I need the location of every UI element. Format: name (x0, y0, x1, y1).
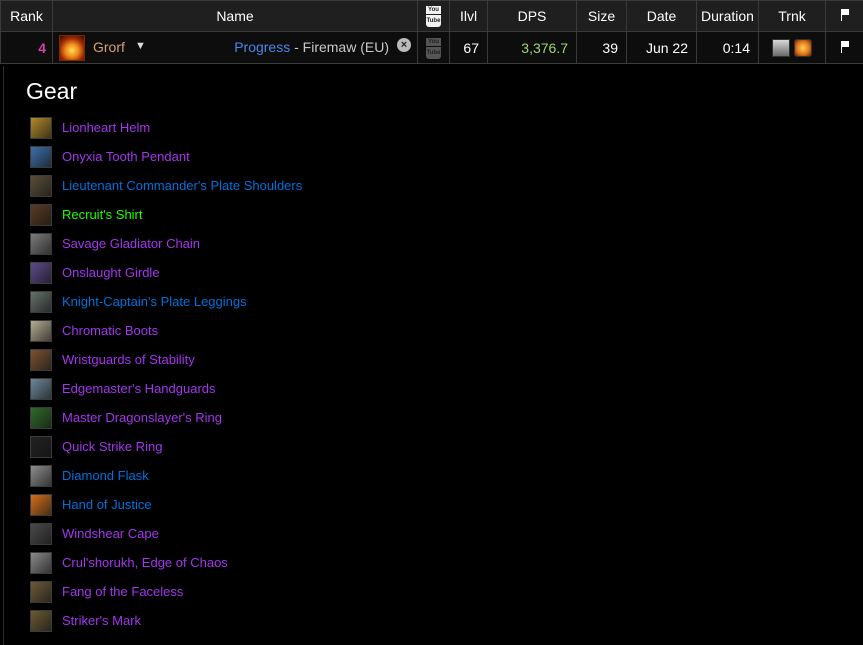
gear-item[interactable]: Striker's Mark (30, 606, 302, 635)
ilvl-value: 67 (449, 31, 488, 64)
player-name[interactable]: Grorf (93, 39, 125, 55)
gear-item-name[interactable]: Edgemaster's Handguards (62, 381, 216, 396)
close-circle-icon[interactable]: × (397, 38, 411, 52)
gear-item-name[interactable]: Hand of Justice (62, 497, 152, 512)
gear-item-name[interactable]: Striker's Mark (62, 613, 141, 628)
chest-icon[interactable] (30, 232, 52, 255)
progress-link[interactable]: Progress (234, 39, 290, 55)
header-ilvl[interactable]: Ilvl (449, 0, 488, 32)
gear-item-name[interactable]: Fang of the Faceless (62, 584, 183, 599)
diamond-flask-icon[interactable] (772, 38, 790, 57)
wrist-icon[interactable] (30, 348, 52, 371)
gear-item[interactable]: Knight-Captain's Plate Leggings (30, 287, 302, 316)
gear-item[interactable]: Savage Gladiator Chain (30, 229, 302, 258)
bow-icon[interactable] (30, 609, 52, 632)
cape-icon[interactable] (30, 522, 52, 545)
gear-item-name[interactable]: Lionheart Helm (62, 120, 150, 135)
gear-list: Lionheart Helm Onyxia Tooth Pendant Lieute… (30, 113, 302, 635)
axe-icon[interactable] (30, 551, 52, 574)
legs-icon[interactable] (30, 290, 52, 313)
boots-icon[interactable] (30, 319, 52, 342)
gear-item-name[interactable]: Master Dragonslayer's Ring (62, 410, 222, 425)
trinkets-cell (758, 31, 826, 64)
gear-item-name[interactable]: Diamond Flask (62, 468, 149, 483)
gear-item[interactable]: Edgemaster's Handguards (30, 374, 302, 403)
report-cell[interactable] (825, 31, 863, 64)
helm-icon[interactable] (30, 116, 52, 139)
flag-icon (840, 9, 850, 21)
date-value: Jun 22 (626, 31, 697, 64)
pendant-icon[interactable] (30, 145, 52, 168)
gear-item-name[interactable]: Recruit's Shirt (62, 207, 143, 222)
gear-item[interactable]: Onyxia Tooth Pendant (30, 142, 302, 171)
header-video[interactable]: You Tube (417, 0, 450, 32)
ranking-table: Rank Name You Tube Ilvl DPS Size Date Dur… (0, 0, 863, 64)
gear-item-name[interactable]: Onyxia Tooth Pendant (62, 149, 190, 164)
gear-item[interactable]: Crul'shorukh, Edge of Chaos (30, 548, 302, 577)
dps-value: 3,376.7 (487, 31, 577, 64)
gear-item-name[interactable]: Knight-Captain's Plate Leggings (62, 294, 247, 309)
gear-item-name[interactable]: Crul'shorukh, Edge of Chaos (62, 555, 228, 570)
gear-item-name[interactable]: Savage Gladiator Chain (62, 236, 200, 251)
belt-icon[interactable] (30, 261, 52, 284)
chevron-down-icon[interactable]: ▼ (135, 40, 146, 52)
fury-spec-icon (59, 35, 85, 61)
gear-item[interactable]: Lionheart Helm (30, 113, 302, 142)
gear-item[interactable]: Windshear Cape (30, 519, 302, 548)
gear-item-name[interactable]: Wristguards of Stability (62, 352, 195, 367)
header-date[interactable]: Date (626, 0, 697, 32)
ring-icon[interactable] (30, 435, 52, 458)
progress-info: Progress - Firemaw (EU) (234, 39, 389, 55)
shoulders-icon[interactable] (30, 174, 52, 197)
gear-item-name[interactable]: Quick Strike Ring (62, 439, 162, 454)
header-rank[interactable]: Rank (0, 0, 53, 32)
hand-of-justice-icon[interactable] (794, 38, 812, 57)
header-duration[interactable]: Duration (696, 0, 759, 32)
gear-item[interactable]: Diamond Flask (30, 461, 302, 490)
flask-icon[interactable] (30, 464, 52, 487)
gear-item-name[interactable]: Windshear Cape (62, 526, 159, 541)
gear-item[interactable]: Quick Strike Ring (30, 432, 302, 461)
rank-value: 4 (0, 31, 53, 64)
duration-value: 0:14 (696, 31, 759, 64)
youtube-icon: You Tube (426, 37, 441, 59)
hands-icon[interactable] (30, 377, 52, 400)
realm-label: - Firemaw (EU) (290, 39, 389, 55)
video-cell[interactable]: You Tube (417, 31, 450, 64)
gear-item[interactable]: Chromatic Boots (30, 316, 302, 345)
ring-icon[interactable] (30, 406, 52, 429)
gear-item[interactable]: Hand of Justice (30, 490, 302, 519)
gear-item[interactable]: Fang of the Faceless (30, 577, 302, 606)
flag-icon (840, 40, 850, 53)
table-row[interactable]: 4 Grorf ▼ Progress - Firemaw (EU) × You T… (0, 31, 863, 64)
gear-item-name[interactable]: Onslaught Girdle (62, 265, 160, 280)
header-name[interactable]: Name (52, 0, 418, 32)
gear-item[interactable]: Wristguards of Stability (30, 345, 302, 374)
header-size[interactable]: Size (576, 0, 627, 32)
gear-item-name[interactable]: Lieutenant Commander's Plate Shoulders (62, 178, 302, 193)
gear-item[interactable]: Onslaught Girdle (30, 258, 302, 287)
gear-item[interactable]: Recruit's Shirt (30, 200, 302, 229)
name-cell: Grorf ▼ Progress - Firemaw (EU) × (52, 31, 418, 64)
table-header-row: Rank Name You Tube Ilvl DPS Size Date Dur… (0, 0, 863, 32)
size-value: 39 (576, 31, 627, 64)
header-report[interactable] (825, 0, 863, 32)
shirt-icon[interactable] (30, 203, 52, 226)
ranking-page: Rank Name You Tube Ilvl DPS Size Date Dur… (0, 0, 863, 645)
header-dps[interactable]: DPS (487, 0, 577, 32)
gear-item[interactable]: Lieutenant Commander's Plate Shoulders (30, 171, 302, 200)
gear-title: Gear (26, 78, 78, 104)
gear-panel: Gear Lionheart Helm Onyxia Tooth Pendant L… (3, 66, 859, 645)
gear-item-name[interactable]: Chromatic Boots (62, 323, 158, 338)
trinket-icon[interactable] (30, 493, 52, 516)
dagger-icon[interactable] (30, 580, 52, 603)
header-trnk[interactable]: Trnk (758, 0, 826, 32)
gear-item[interactable]: Master Dragonslayer's Ring (30, 403, 302, 432)
youtube-icon: You Tube (426, 6, 441, 27)
